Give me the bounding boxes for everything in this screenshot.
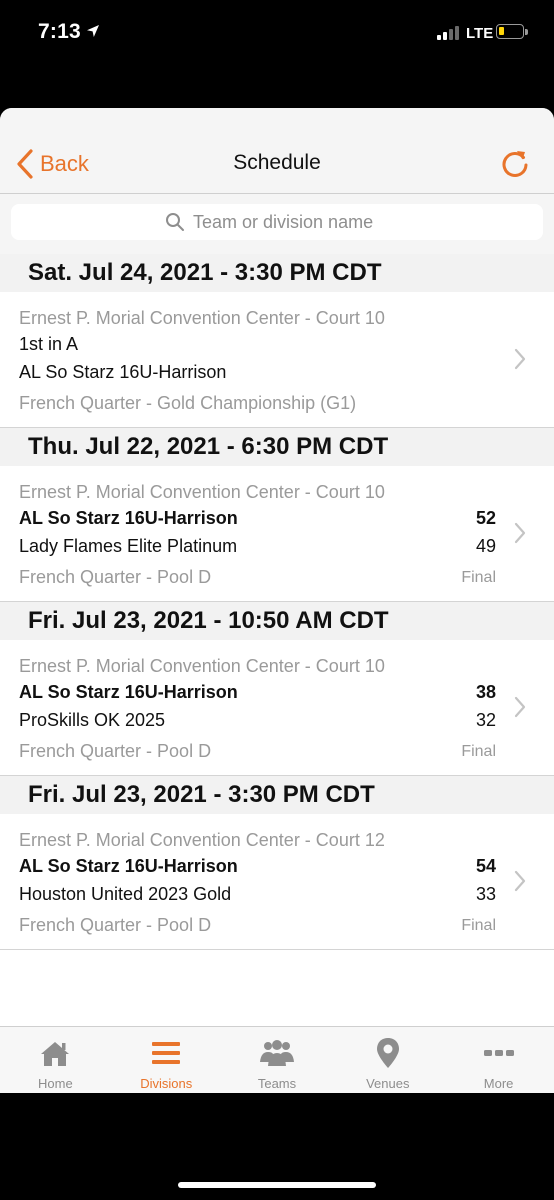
game-row[interactable]: Ernest P. Morial Convention Center - Cou… <box>0 640 554 776</box>
navigation-bar: Back Schedule <box>0 108 554 194</box>
section-date-header: Fri. Jul 23, 2021 - 10:50 AM CDT <box>0 602 554 640</box>
tab-label: Teams <box>257 1076 297 1091</box>
team-2-name: Houston United 2023 Gold <box>19 884 232 904</box>
team-2-score: 49 <box>475 536 496 556</box>
search-icon <box>166 213 184 231</box>
tab-label: Home <box>38 1076 73 1091</box>
home-indicator <box>178 1182 376 1188</box>
game-division: French Quarter - Gold Championship (G1) <box>19 393 357 413</box>
page-title: Schedule <box>233 151 321 174</box>
search-bar <box>0 194 554 254</box>
team-1-name: 1st in A <box>19 334 79 354</box>
tab-label: Venues <box>366 1076 410 1091</box>
game-row[interactable]: Ernest P. Morial Convention Center - Cou… <box>0 292 554 428</box>
tab-home[interactable]: Home <box>0 1027 111 1093</box>
more-icon <box>483 1050 514 1056</box>
game-division: French Quarter - Pool D <box>19 741 212 761</box>
team-1-score: 54 <box>475 856 496 876</box>
chevron-right-icon <box>514 696 526 718</box>
location-arrow-icon <box>87 25 99 37</box>
chevron-right-icon <box>514 522 526 544</box>
team-1-name: AL So Starz 16U-Harrison <box>19 508 238 528</box>
game-venue: Ernest P. Morial Convention Center - Cou… <box>19 482 385 502</box>
team-1-name: AL So Starz 16U-Harrison <box>19 682 238 702</box>
game-row[interactable]: Ernest P. Morial Convention Center - Cou… <box>0 466 554 602</box>
tab-venues[interactable]: Venues <box>332 1027 443 1093</box>
team-2-name: AL So Starz 16U-Harrison <box>19 362 227 382</box>
chevron-right-icon <box>514 348 526 370</box>
team-2-name: Lady Flames Elite Platinum <box>19 536 238 556</box>
app-screen: Back Schedule Sat. Jul 24, 2021 - 3:30 P… <box>0 108 554 1093</box>
divisions-icon <box>152 1042 181 1064</box>
team-1-score: 52 <box>475 508 496 528</box>
team-2-score: 32 <box>475 710 496 730</box>
tab-more[interactable]: More <box>443 1027 554 1093</box>
battery-icon <box>496 24 528 39</box>
tab-bar: Home Divisions Teams Venues More <box>0 1026 554 1093</box>
section-date-header: Sat. Jul 24, 2021 - 3:30 PM CDT <box>0 254 554 292</box>
game-division: French Quarter - Pool D <box>19 567 212 587</box>
team-1-name: AL So Starz 16U-Harrison <box>19 856 238 876</box>
game-venue: Ernest P. Morial Convention Center - Cou… <box>19 656 385 676</box>
tab-label: Divisions <box>140 1076 193 1091</box>
team-2-name: ProSkills OK 2025 <box>19 710 166 730</box>
tab-divisions[interactable]: Divisions <box>111 1027 222 1093</box>
game-venue: Ernest P. Morial Convention Center - Cou… <box>19 308 385 328</box>
game-row[interactable]: Ernest P. Morial Convention Center - Cou… <box>0 814 554 950</box>
tab-label: More <box>483 1076 514 1091</box>
status-bar: 7:13 LTE <box>0 0 554 68</box>
tab-teams[interactable]: Teams <box>222 1027 333 1093</box>
chevron-right-icon <box>514 870 526 892</box>
game-status: Final <box>461 569 496 586</box>
cellular-signal-icon <box>437 26 461 40</box>
refresh-icon[interactable] <box>498 147 532 181</box>
schedule-list: Sat. Jul 24, 2021 - 3:30 PM CDT Ernest P.… <box>0 254 554 950</box>
venues-icon <box>376 1038 399 1068</box>
search-input[interactable] <box>193 211 389 233</box>
section-date-header: Thu. Jul 22, 2021 - 6:30 PM CDT <box>0 428 554 466</box>
network-type: LTE <box>466 25 494 42</box>
section-date-header: Fri. Jul 23, 2021 - 3:30 PM CDT <box>0 776 554 814</box>
home-icon <box>41 1042 70 1066</box>
status-time: 7:13 <box>38 20 81 43</box>
game-status: Final <box>461 743 496 760</box>
game-venue: Ernest P. Morial Convention Center - Cou… <box>19 830 385 850</box>
search-box[interactable] <box>11 204 543 240</box>
team-2-score: 33 <box>475 884 496 904</box>
game-status: Final <box>461 917 496 934</box>
game-division: French Quarter - Pool D <box>19 915 212 935</box>
teams-icon <box>259 1040 294 1066</box>
team-1-score: 38 <box>475 682 496 702</box>
